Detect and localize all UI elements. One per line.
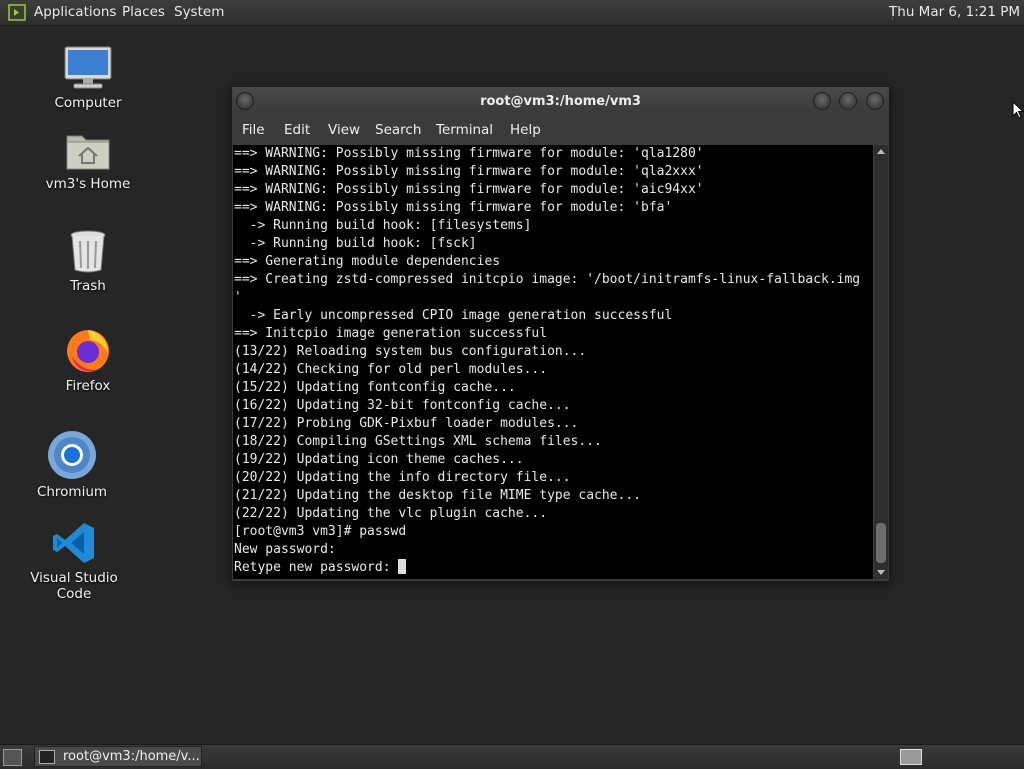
terminal-prompt-line[interactable]: Retype new password: bbox=[233, 559, 873, 577]
top-panel: Applications Places System Thu Mar 6, 1:… bbox=[0, 0, 1024, 26]
desktop-icon-label: Computer bbox=[54, 95, 122, 111]
terminal-line: New password: bbox=[234, 542, 344, 557]
desktop-icon-computer[interactable]: Computer bbox=[33, 45, 143, 111]
desktop-icon-firefox[interactable]: Firefox bbox=[33, 326, 143, 394]
terminal-line: -> Early uncompressed CPIO image generat… bbox=[234, 308, 673, 323]
workspace-switcher[interactable] bbox=[900, 749, 922, 765]
terminal-output[interactable]: ==> WARNING: Possibly missing firmware f… bbox=[233, 145, 873, 579]
desktop-icon-label: Visual Studio Code bbox=[30, 570, 118, 602]
taskbar-button-terminal[interactable]: root@vm3:/home/v... bbox=[34, 746, 202, 767]
maximize-icon[interactable] bbox=[839, 92, 857, 110]
clock[interactable]: Thu Mar 6, 1:21 PM bbox=[889, 0, 1020, 25]
desktop-icon-label: Trash bbox=[70, 278, 106, 294]
terminal-scrollbar[interactable] bbox=[874, 145, 888, 579]
window-title: root@vm3:/home/vm3 bbox=[480, 94, 641, 109]
terminal-line: -> Running build hook: [fsck] bbox=[234, 236, 477, 251]
terminal-line: (22/22) Updating the vlc plugin cache... bbox=[234, 506, 548, 521]
scroll-down-icon[interactable] bbox=[877, 570, 885, 575]
computer-icon bbox=[64, 46, 112, 89]
password-prompt: Retype new password: bbox=[234, 560, 399, 575]
terminal-line: (14/22) Checking for old perl modules... bbox=[234, 362, 548, 377]
terminal-text: ==> WARNING: Possibly missing firmware f… bbox=[233, 145, 873, 559]
applications-menu-icon[interactable] bbox=[8, 4, 26, 21]
scrollbar-thumb[interactable] bbox=[876, 523, 886, 563]
terminal-icon bbox=[39, 750, 55, 764]
close-icon[interactable] bbox=[866, 92, 884, 110]
menu-search[interactable]: Search bbox=[375, 117, 421, 144]
terminal-line: [root@vm3 vm3]# passwd bbox=[234, 524, 407, 539]
terminal-line: ==> WARNING: Possibly missing firmware f… bbox=[234, 200, 673, 215]
desktop-icon-trash[interactable]: Trash bbox=[33, 228, 143, 294]
window-menu-icon[interactable] bbox=[236, 92, 254, 110]
menu-edit[interactable]: Edit bbox=[284, 117, 310, 144]
text-cursor bbox=[398, 559, 407, 574]
terminal-line: (15/22) Updating fontconfig cache... bbox=[234, 380, 516, 395]
terminal-line: (13/22) Reloading system bus configurati… bbox=[234, 344, 587, 359]
terminal-line: ==> WARNING: Possibly missing firmware f… bbox=[234, 146, 704, 161]
mouse-pointer-icon bbox=[1012, 101, 1024, 119]
desktop-icon-label: Chromium bbox=[36, 484, 108, 500]
places-menu[interactable]: Places bbox=[122, 0, 165, 25]
terminal-line: ==> Generating module dependencies bbox=[234, 254, 501, 269]
menu-view[interactable]: View bbox=[328, 117, 360, 144]
terminal-line: (16/22) Updating 32-bit fontconfig cache… bbox=[234, 398, 571, 413]
terminal-line: (18/22) Compiling GSettings XML schema f… bbox=[234, 434, 602, 449]
terminal-line: ==> WARNING: Possibly missing firmware f… bbox=[234, 164, 704, 179]
terminal-line: ==> Initcpio image generation successful bbox=[234, 326, 548, 341]
terminal-menubar: File Edit View Search Terminal Help bbox=[232, 117, 889, 144]
desktop-icon-label: vm3's Home bbox=[45, 176, 131, 192]
desktop-icon-vscode[interactable]: Visual Studio Code bbox=[19, 520, 129, 602]
vscode-icon bbox=[53, 523, 94, 563]
applications-menu[interactable]: Applications bbox=[34, 0, 116, 25]
terminal-line: (20/22) Updating the info directory file… bbox=[234, 470, 571, 485]
show-desktop-icon[interactable] bbox=[3, 749, 22, 766]
trash-icon bbox=[70, 230, 106, 273]
minimize-icon[interactable] bbox=[813, 92, 831, 110]
bottom-panel: root@vm3:/home/v... bbox=[0, 744, 1024, 769]
menu-terminal[interactable]: Terminal bbox=[436, 117, 493, 144]
menu-help[interactable]: Help bbox=[510, 117, 541, 144]
desktop-icon-home[interactable]: vm3's Home bbox=[33, 128, 143, 192]
firefox-icon bbox=[67, 330, 109, 372]
window-titlebar[interactable]: root@vm3:/home/vm3 bbox=[232, 87, 889, 116]
chromium-icon bbox=[48, 431, 96, 479]
system-menu[interactable]: System bbox=[174, 0, 224, 25]
scroll-up-icon[interactable] bbox=[877, 149, 885, 154]
terminal-line: (17/22) Probing GDK-Pixbuf loader module… bbox=[234, 416, 579, 431]
desktop-icon-label: Firefox bbox=[65, 378, 111, 394]
taskbar-label: root@vm3:/home/v... bbox=[63, 749, 200, 764]
terminal-line: (21/22) Updating the desktop file MIME t… bbox=[234, 488, 641, 503]
terminal-line: (19/22) Updating icon theme caches... bbox=[234, 452, 524, 467]
terminal-line: ' bbox=[234, 290, 242, 305]
desktop-icon-chromium[interactable]: Chromium bbox=[17, 430, 127, 500]
menu-file[interactable]: File bbox=[242, 117, 265, 144]
terminal-line: ==> WARNING: Possibly missing firmware f… bbox=[234, 182, 704, 197]
home-folder-icon bbox=[66, 135, 110, 170]
terminal-window[interactable]: root@vm3:/home/vm3 File Edit View Search… bbox=[231, 86, 890, 582]
terminal-line: ==> Creating zstd-compressed initcpio im… bbox=[234, 272, 861, 287]
terminal-line: -> Running build hook: [filesystems] bbox=[234, 218, 532, 233]
